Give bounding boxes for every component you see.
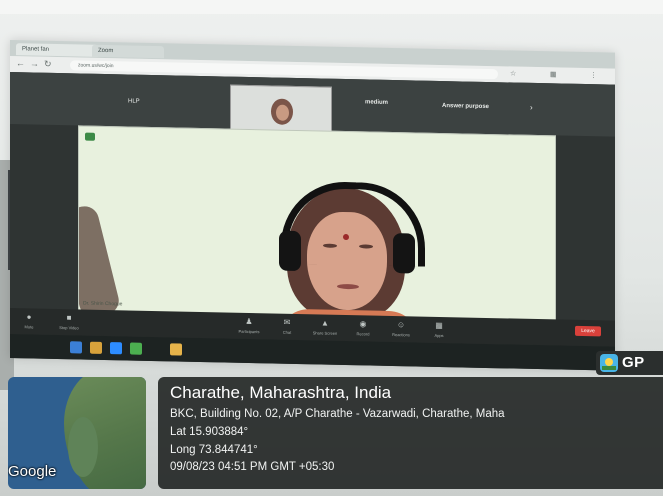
active-speaker-video: Dr. Shirin Chogue: [78, 125, 556, 322]
speaker-name-label: Dr. Shirin Chogue: [83, 300, 123, 308]
strip-label: HLP: [128, 98, 140, 105]
browser-icon[interactable]: [130, 342, 142, 355]
control-label: Stop Video: [59, 325, 79, 331]
app-icon[interactable]: [170, 343, 182, 356]
headphones-earcup: [393, 233, 415, 274]
map-watermark: Google: [8, 463, 57, 480]
shield-icon: [85, 132, 95, 141]
start-icon[interactable]: [70, 341, 82, 354]
ceiling: [0, 0, 663, 14]
control-label: Mute: [24, 324, 34, 330]
participants-icon[interactable]: ♟: [240, 317, 258, 326]
extensions-icon[interactable]: ▦: [550, 70, 557, 78]
headphones-earcup: [279, 230, 301, 272]
video-camera-icon[interactable]: ■: [60, 313, 78, 322]
location-info-panel: Charathe, Maharashtra, India BKC, Buildi…: [158, 377, 663, 489]
latitude-text: Lat 15.903884°: [170, 426, 249, 438]
control-label: Reactions: [392, 332, 410, 338]
apps-icon[interactable]: ▦: [430, 321, 448, 330]
forward-icon[interactable]: →: [30, 58, 39, 68]
location-map-thumbnail: Google: [8, 377, 146, 489]
gps-badge-text: GP: [622, 354, 645, 371]
location-title: Charathe, Maharashtra, India: [170, 383, 392, 402]
thumbnail-face: [276, 104, 289, 121]
leave-button[interactable]: Leave: [575, 325, 601, 337]
folder-icon[interactable]: [90, 341, 102, 354]
longitude-text: Long 73.844741°: [170, 444, 258, 456]
chevron-right-icon[interactable]: ›: [530, 103, 533, 112]
gps-map-camera-badge: GP: [596, 351, 663, 375]
control-label: Participants: [238, 328, 260, 335]
location-address: BKC, Building No. 02, A/P Charathe - Vaz…: [170, 408, 505, 420]
share-screen-icon[interactable]: ▲: [316, 318, 334, 328]
control-label: Record: [356, 331, 370, 337]
reload-icon[interactable]: ↻: [44, 59, 52, 70]
bookmark-icon[interactable]: ☆: [510, 69, 516, 77]
chat-icon[interactable]: ✉: [278, 318, 296, 327]
participant-name: Answer purpose: [442, 103, 490, 111]
menu-icon[interactable]: ⋮: [590, 71, 597, 79]
microphone-icon[interactable]: ●: [20, 312, 38, 321]
reactions-icon[interactable]: ☺: [392, 320, 410, 329]
participant-thumbnail[interactable]: [230, 84, 332, 133]
zoom-meeting-area: HLP medium Answer purpose › Dr. Shirin C…: [10, 72, 615, 371]
control-label: Chat: [282, 329, 292, 335]
back-icon[interactable]: ←: [16, 58, 25, 68]
map-coast: [68, 417, 98, 477]
browser-tab[interactable]: Planet fan: [16, 43, 98, 57]
control-label: Share Screen: [312, 330, 338, 336]
control-label: Apps: [434, 332, 444, 339]
participant-name: medium: [365, 99, 389, 106]
record-icon[interactable]: ◉: [354, 319, 372, 328]
zoom-app-icon[interactable]: [110, 342, 122, 355]
gps-camera-icon: [600, 354, 618, 372]
projected-screen: Planet fan Zoom ← → ↻ zoom.us/wc/join ☆ …: [10, 40, 615, 371]
timestamp-text: 09/08/23 04:51 PM GMT +05:30: [170, 461, 335, 473]
browser-tab[interactable]: Zoom: [92, 44, 164, 59]
